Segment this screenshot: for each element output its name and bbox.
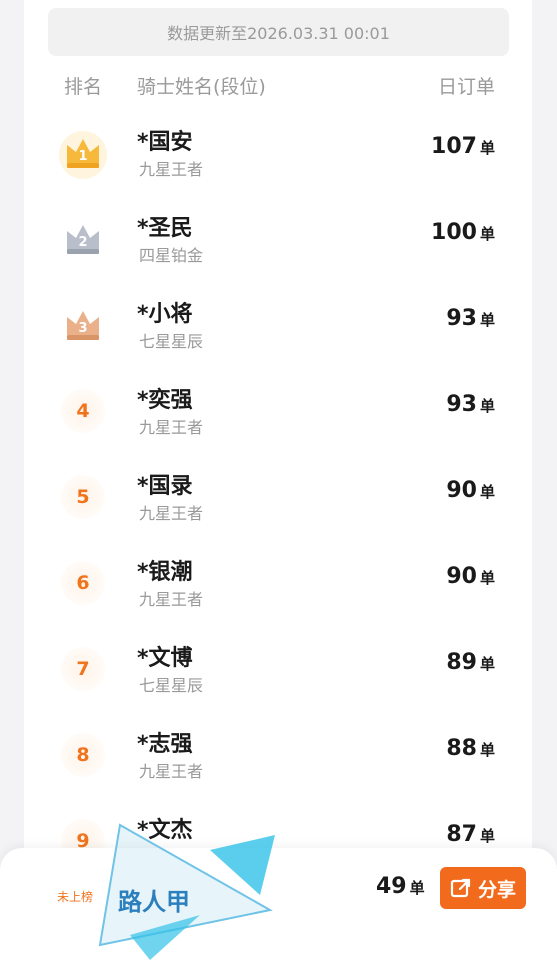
rank-number: 7 xyxy=(61,647,105,691)
rider-name: *文杰 xyxy=(137,818,193,843)
column-name: 骑士姓名(段位) xyxy=(137,76,266,98)
rider-name: *文博 xyxy=(137,646,193,671)
rider-name: *志强 xyxy=(137,732,193,757)
my-order-count: 49 单 xyxy=(376,874,425,899)
share-icon xyxy=(450,878,471,898)
bronze-crown-icon: 3 xyxy=(52,294,114,356)
rank-number: 8 xyxy=(61,733,105,777)
table-header: 排名 骑士姓名(段位) 日订单 xyxy=(0,72,557,102)
share-button[interactable]: 分享 xyxy=(440,867,526,909)
table-row[interactable]: 1 *国安 九星王者 107 单 xyxy=(0,122,557,208)
table-row[interactable]: 3 *小将 七星星辰 93 单 xyxy=(0,294,557,380)
rider-level: 七星星辰 xyxy=(139,332,204,351)
rider-name: *小将 xyxy=(137,302,193,327)
rider-name: *圣民 xyxy=(137,216,193,241)
column-orders: 日订单 xyxy=(437,76,495,98)
rider-name: *国安 xyxy=(137,130,193,155)
silver-crown-icon: 2 xyxy=(52,208,114,270)
rank-number: 3 xyxy=(78,321,87,336)
rank-number: 4 xyxy=(61,389,105,433)
order-count: 100 单 xyxy=(431,220,495,245)
rider-level: 九星王者 xyxy=(139,590,204,609)
rider-name: *银潮 xyxy=(137,560,193,585)
rider-level: 七星星辰 xyxy=(139,676,204,695)
column-rank: 排名 xyxy=(64,76,103,98)
rank-number: 1 xyxy=(78,149,87,164)
rider-level: 四星铂金 xyxy=(139,246,204,265)
rank-number: 6 xyxy=(61,561,105,605)
table-row[interactable]: 5 *国录 九星王者 90 单 xyxy=(0,466,557,552)
update-notice: 数据更新至2026.03.31 00:01 xyxy=(48,8,509,56)
order-count: 88 单 xyxy=(446,736,495,761)
order-count: 87 单 xyxy=(446,822,495,847)
my-ranking-bar: 未上榜 路人甲 49 单 分享 xyxy=(0,848,557,960)
gold-crown-icon: 1 xyxy=(52,122,114,184)
order-count: 90 单 xyxy=(446,478,495,503)
rider-level: 九星王者 xyxy=(139,762,204,781)
order-count: 89 单 xyxy=(446,650,495,675)
share-label: 分享 xyxy=(477,878,516,901)
my-name: 路人甲 xyxy=(118,888,190,916)
not-ranked-label: 未上榜 xyxy=(57,890,94,904)
table-row[interactable]: 4 *奕强 九星王者 93 单 xyxy=(0,380,557,466)
rider-level: 九星王者 xyxy=(139,160,204,179)
rider-level: 九星王者 xyxy=(139,418,204,437)
order-count: 93 单 xyxy=(446,392,495,417)
order-count: 93 单 xyxy=(446,306,495,331)
table-row[interactable]: 8 *志强 九星王者 88 单 xyxy=(0,724,557,810)
rider-name: *国录 xyxy=(137,474,193,499)
rider-level: 九星王者 xyxy=(139,504,204,523)
order-count: 107 单 xyxy=(431,134,495,159)
rank-number: 5 xyxy=(61,475,105,519)
rider-name: *奕强 xyxy=(137,388,193,413)
table-row[interactable]: 2 *圣民 四星铂金 100 单 xyxy=(0,208,557,294)
rank-number: 2 xyxy=(78,235,87,250)
table-row[interactable]: 6 *银潮 九星王者 90 单 xyxy=(0,552,557,638)
order-count: 90 单 xyxy=(446,564,495,589)
table-row[interactable]: 7 *文博 七星星辰 89 单 xyxy=(0,638,557,724)
